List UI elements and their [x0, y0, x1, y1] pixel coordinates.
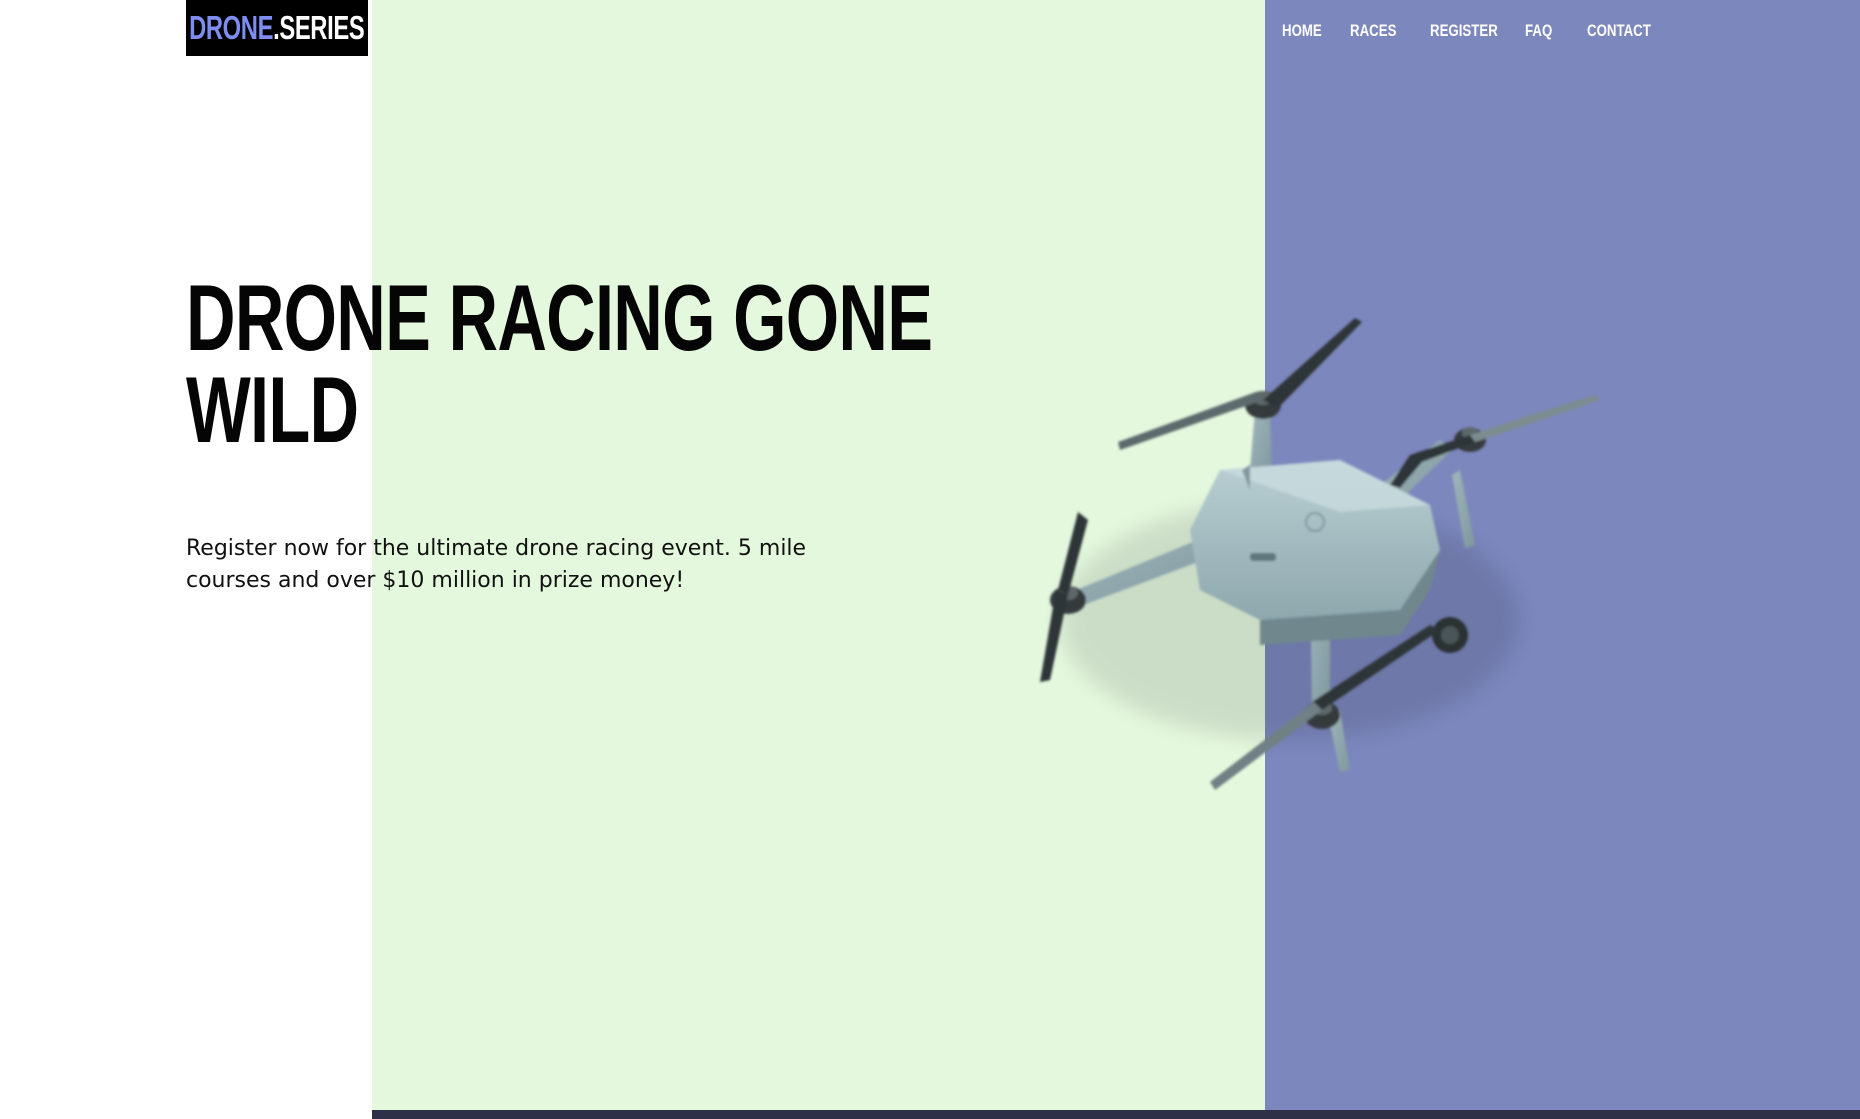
logo-text-drone: DRONE — [189, 9, 274, 46]
logo-text: DRONE.SERIES — [189, 9, 365, 47]
nav-slot-faq: FAQ — [1525, 18, 1587, 44]
nav-item-contact[interactable]: CONTACT — [1587, 18, 1651, 44]
main-nav: HOME RACES REGISTER FAQ CONTACT — [1282, 18, 1667, 44]
logo-text-series: .SERIES — [273, 9, 365, 46]
hero-title-line-1: DRONE RACING GONE — [186, 265, 933, 370]
nav-item-home[interactable]: HOME — [1282, 18, 1322, 44]
landing-page: DRONE.SERIES HOME RACES REGISTER FAQ CON… — [0, 0, 1860, 1119]
nav-item-register[interactable]: REGISTER — [1430, 18, 1498, 44]
bottom-bar — [372, 1110, 1860, 1119]
hero-title-line-2: WILD — [186, 357, 359, 462]
nav-slot-home: HOME — [1282, 18, 1350, 44]
hero-subtitle: Register now for the ultimate drone raci… — [186, 536, 807, 593]
nav-slot-races: RACES — [1350, 18, 1430, 44]
nav-slot-contact: CONTACT — [1587, 18, 1667, 44]
drone-icon — [1040, 318, 1600, 790]
site-logo[interactable]: DRONE.SERIES — [186, 0, 368, 56]
hero-title: DRONE RACING GONE WILD — [186, 265, 933, 462]
nav-item-races[interactable]: RACES — [1350, 18, 1396, 44]
nav-item-faq[interactable]: FAQ — [1525, 18, 1552, 44]
nav-slot-register: REGISTER — [1430, 18, 1525, 44]
